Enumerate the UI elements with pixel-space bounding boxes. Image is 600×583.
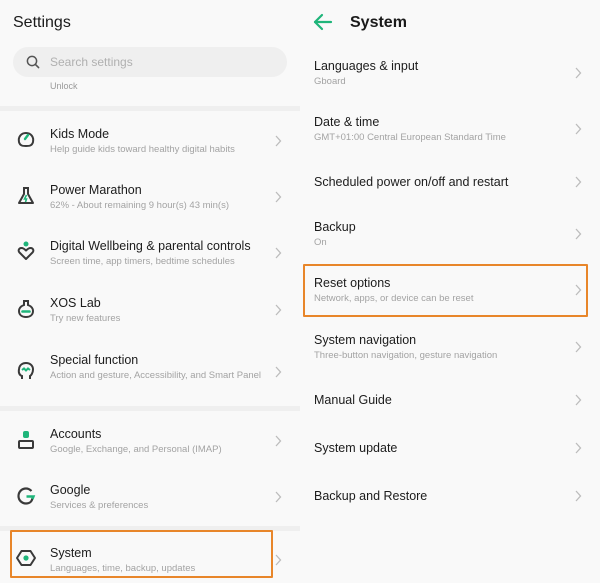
head-gesture-icon [17, 361, 35, 379]
chevron-right-icon [575, 442, 582, 454]
search-icon [26, 55, 40, 69]
chevron-right-icon [275, 435, 282, 447]
item-subtitle: Network, apps, or device can be reset [314, 293, 474, 304]
account-icon [18, 431, 34, 449]
system-item-languages-input[interactable]: Languages & input Gboard [300, 50, 600, 98]
item-label: System navigation [314, 333, 417, 347]
item-subtitle: Three-button navigation, gesture navigat… [314, 350, 498, 361]
system-item-system-navigation[interactable]: System navigation Three-button navigatio… [300, 324, 600, 372]
back-arrow-icon[interactable] [312, 12, 334, 32]
item-subtitle: 62% - About remaining 9 hour(s) 43 min(s… [50, 200, 229, 211]
section-divider [0, 526, 300, 531]
page-title: Settings [13, 14, 71, 31]
item-subtitle: Languages, time, backup, updates [50, 563, 196, 574]
chevron-right-icon [275, 491, 282, 503]
search-bar[interactable] [13, 47, 287, 77]
item-label: Google [50, 483, 91, 497]
chevron-right-icon [575, 123, 582, 135]
item-label: Power Marathon [50, 183, 142, 197]
settings-item-system[interactable]: System Languages, time, backup, updates [0, 535, 300, 581]
item-subtitle: Try new features [50, 313, 121, 324]
kids-mode-icon [17, 131, 35, 148]
search-input[interactable] [50, 55, 260, 69]
system-item-backup-restore[interactable]: Backup and Restore [300, 474, 600, 518]
section-divider [0, 406, 300, 411]
item-label: System [50, 546, 92, 560]
chevron-right-icon [575, 284, 582, 296]
chevron-right-icon [575, 490, 582, 502]
item-label: Accounts [50, 427, 102, 441]
scrolled-item-fragment: Unlock [50, 81, 78, 91]
settings-item-special-function[interactable]: Special function Action and gesture, Acc… [0, 344, 300, 402]
chevron-right-icon [575, 176, 582, 188]
item-label: Special function [50, 353, 139, 367]
item-label: Digital Wellbeing & parental controls [50, 239, 251, 253]
settings-item-kids-mode[interactable]: Kids Mode Help guide kids toward healthy… [0, 118, 300, 166]
system-pane: System Languages & input Gboard Date & t… [300, 0, 600, 583]
system-hexagon-icon [16, 550, 36, 566]
wellbeing-heart-icon [17, 241, 35, 260]
page-title: System [350, 14, 407, 31]
chevron-right-icon [575, 228, 582, 240]
item-label: Date & time [314, 115, 380, 129]
flask-icon [18, 187, 34, 204]
chevron-right-icon [275, 366, 282, 378]
item-subtitle: Gboard [314, 76, 346, 87]
item-subtitle: Action and gesture, Accessibility, and S… [50, 370, 262, 381]
item-label: System update [314, 441, 398, 455]
settings-item-xos-lab[interactable]: XOS Lab Try new features [0, 287, 300, 335]
chevron-right-icon [275, 135, 282, 147]
item-label: Manual Guide [314, 393, 392, 407]
chevron-right-icon [575, 67, 582, 79]
item-subtitle: Services & preferences [50, 500, 149, 511]
chevron-right-icon [275, 304, 282, 316]
item-subtitle: GMT+01:00 Central European Standard Time [314, 132, 506, 143]
chevron-right-icon [275, 191, 282, 203]
item-label: Reset options [314, 276, 391, 290]
settings-item-accounts[interactable]: Accounts Google, Exchange, and Personal … [0, 418, 300, 466]
item-label: Scheduled power on/off and restart [314, 175, 509, 189]
system-item-reset-options[interactable]: Reset options Network, apps, or device c… [300, 267, 600, 315]
settings-item-digital-wellbeing[interactable]: Digital Wellbeing & parental controls Sc… [0, 230, 300, 278]
item-label: Backup [314, 220, 356, 234]
item-subtitle: Help guide kids toward healthy digital h… [50, 144, 235, 155]
system-item-date-time[interactable]: Date & time GMT+01:00 Central European S… [300, 106, 600, 154]
system-item-system-update[interactable]: System update [300, 426, 600, 470]
item-label: Backup and Restore [314, 489, 428, 503]
item-label: XOS Lab [50, 296, 101, 310]
google-g-icon [17, 487, 36, 505]
lab-flask-icon [17, 300, 35, 319]
chevron-right-icon [275, 247, 282, 259]
chevron-right-icon [575, 394, 582, 406]
item-subtitle: On [314, 237, 327, 248]
system-item-manual-guide[interactable]: Manual Guide [300, 378, 600, 422]
item-label: Kids Mode [50, 127, 110, 141]
chevron-right-icon [275, 554, 282, 566]
chevron-right-icon [575, 341, 582, 353]
system-item-backup[interactable]: Backup On [300, 211, 600, 259]
settings-item-google[interactable]: Google Services & preferences [0, 474, 300, 522]
item-label: Languages & input [314, 59, 419, 73]
section-divider [0, 106, 300, 111]
settings-item-power-marathon[interactable]: Power Marathon 62% - About remaining 9 h… [0, 174, 300, 222]
item-subtitle: Google, Exchange, and Personal (IMAP) [50, 444, 222, 455]
settings-pane: Settings Unlock Kids Mode Help guide kid… [0, 0, 300, 583]
item-subtitle: Screen time, app timers, bedtime schedul… [50, 256, 235, 267]
system-item-scheduled-power[interactable]: Scheduled power on/off and restart [300, 160, 600, 204]
